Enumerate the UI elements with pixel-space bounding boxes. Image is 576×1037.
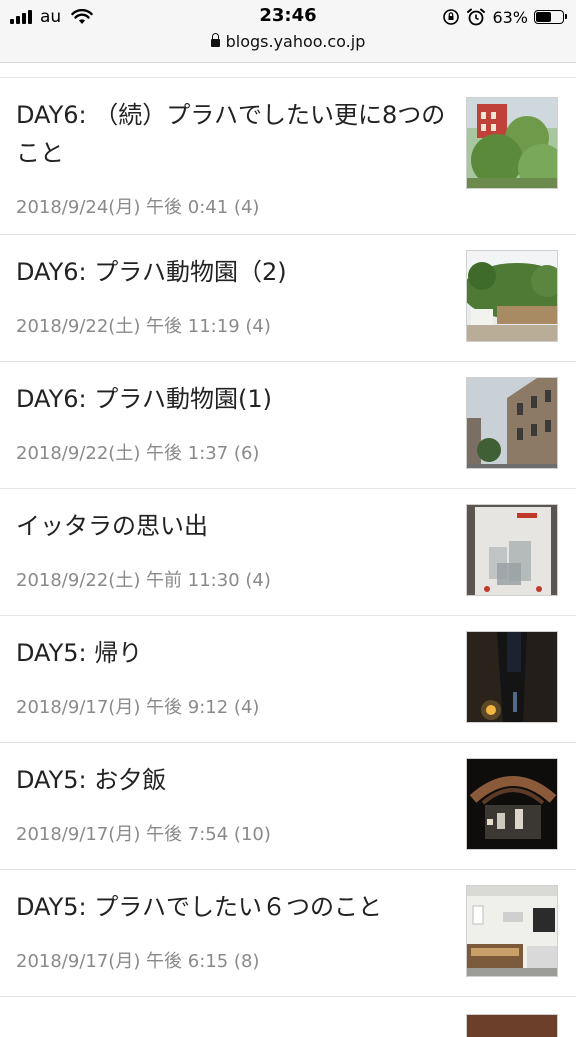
rotation-lock-icon <box>443 9 460 25</box>
thumbnail[interactable] <box>466 250 558 342</box>
list-item[interactable]: イッタラの思い出 2018/9/22(土) 午前 11:30 (4) <box>0 489 576 616</box>
list-item[interactable]: DAY5: 帰り 2018/9/17(月) 午後 9:12 (4) <box>0 616 576 743</box>
photo-cafe-interior-icon <box>467 886 557 976</box>
status-right: 63% <box>442 6 567 28</box>
thumbnail[interactable] <box>466 758 558 850</box>
post-title[interactable]: DAY5: プラハでしたい６つのこと <box>16 888 456 926</box>
thumbnail[interactable] <box>466 377 558 469</box>
post-title[interactable]: DAY5: お夕飯 <box>16 761 456 799</box>
list-item[interactable]: DAY6: プラハ動物園(1) 2018/9/22(土) 午後 1:37 (6) <box>0 362 576 489</box>
list-item[interactable]: DAY5: お夕飯 2018/9/17(月) 午後 7:54 (10) <box>0 743 576 870</box>
url-text: blogs.yahoo.co.jp <box>225 32 366 51</box>
post-meta: 2018/9/17(月) 午後 9:12 (4) <box>16 697 260 718</box>
thumbnail[interactable] <box>466 631 558 723</box>
thumbnail[interactable] <box>466 97 558 189</box>
battery-percent: 63% <box>492 7 528 27</box>
photo-street-building-icon <box>467 378 557 468</box>
list-item[interactable]: DAY5: プラハでしたい６つのこと 2018/9/17(月) 午後 6:15 … <box>0 870 576 997</box>
photo-zoo-hill-icon <box>467 251 557 341</box>
alarm-icon <box>467 8 486 26</box>
post-meta: 2018/9/17(月) 午後 7:54 (10) <box>16 824 271 845</box>
battery-icon <box>534 10 567 24</box>
list-item[interactable]: DAY6: （続）プラハでしたい更に8つのこと 2018/9/24(月) 午後 … <box>0 78 576 235</box>
status-bar: au 23:46 63% blogs.yahoo.co.jp <box>0 0 576 63</box>
battery-fill <box>536 12 551 22</box>
post-title[interactable]: DAY6: プラハ動物園(1) <box>16 380 456 418</box>
post-title[interactable]: DAY5: 帰り <box>16 634 456 672</box>
post-title[interactable]: DAY6: （続）プラハでしたい更に8つのこと <box>16 96 456 172</box>
photo-night-street-icon <box>467 632 557 722</box>
thumbnail[interactable] <box>466 504 558 596</box>
post-meta: 2018/9/24(月) 午後 0:41 (4) <box>16 197 260 218</box>
post-title[interactable]: DAY6: プラハ動物園（2) <box>16 253 456 291</box>
photo-glassware-bag-icon <box>467 505 557 595</box>
post-meta: 2018/9/22(土) 午後 1:37 (6) <box>16 443 260 464</box>
post-meta: 2018/9/22(土) 午後 11:19 (4) <box>16 316 271 337</box>
photo-building-trees-icon <box>467 98 557 188</box>
post-title[interactable]: イッタラの思い出 <box>16 507 456 545</box>
lock-icon <box>210 33 220 47</box>
post-list: DAY6: （続）プラハでしたい更に8つのこと 2018/9/24(月) 午後 … <box>0 77 576 1037</box>
address-bar[interactable]: blogs.yahoo.co.jp <box>0 32 576 51</box>
thumbnail[interactable] <box>466 885 558 977</box>
list-item[interactable]: DAY6: プラハ動物園（2) 2018/9/22(土) 午後 11:19 (4… <box>0 235 576 362</box>
post-meta: 2018/9/22(土) 午前 11:30 (4) <box>16 570 271 591</box>
post-meta: 2018/9/17(月) 午後 6:15 (8) <box>16 951 260 972</box>
list-item[interactable] <box>0 997 576 1037</box>
photo-dark-restaurant-icon <box>467 759 557 849</box>
thumbnail[interactable] <box>466 1014 558 1037</box>
